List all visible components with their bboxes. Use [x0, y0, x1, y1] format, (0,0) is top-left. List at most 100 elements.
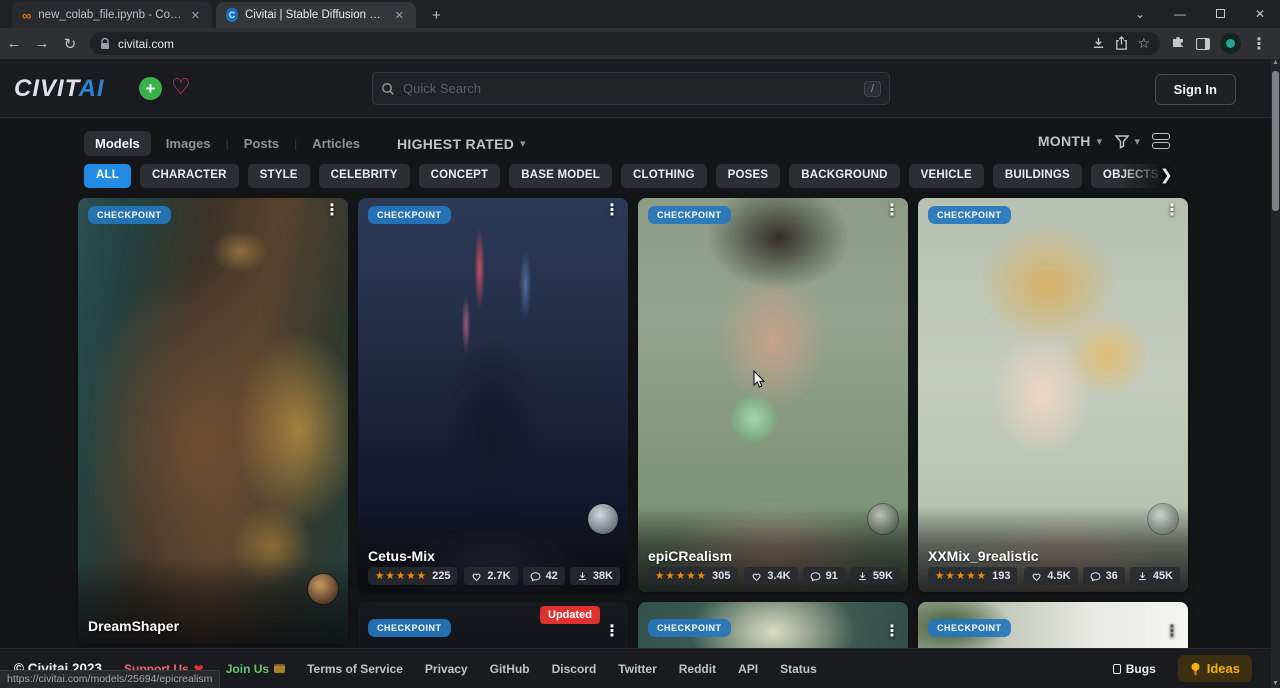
creator-avatar[interactable]	[308, 574, 338, 604]
page-scrollbar[interactable]: ▲ ▼	[1271, 59, 1280, 688]
model-card-cetus-mix[interactable]: CHECKPOINT ⋮ Cetus-Mix ★★★★★ 225 2.7K 42	[358, 198, 628, 592]
model-card-epicrealism[interactable]: CHECKPOINT ⋮ epiCRealism ★★★★★ 305 3.4K …	[638, 198, 908, 592]
address-bar[interactable]: civitai.com ☆	[90, 32, 1160, 55]
quick-search-bar[interactable]: /	[372, 72, 890, 105]
sign-in-button[interactable]: Sign In	[1155, 74, 1236, 105]
footer-link-terms[interactable]: Terms of Service	[307, 662, 403, 676]
creator-avatar[interactable]	[1148, 504, 1178, 534]
creator-avatar[interactable]	[588, 504, 618, 534]
footer-link-reddit[interactable]: Reddit	[679, 662, 716, 676]
period-dropdown[interactable]: MONTH ▾	[1038, 133, 1103, 149]
browser-tabstrip: ∞ new_colab_file.ipynb - Colaborat ✕ C C…	[0, 0, 1280, 28]
chip-all[interactable]: ALL	[84, 164, 131, 188]
chevron-down-icon: ▾	[1134, 135, 1140, 148]
layout-toggle-icon[interactable]	[1152, 133, 1170, 149]
chip-vehicle[interactable]: VEHICLE	[909, 164, 984, 188]
model-type-badge: CHECKPOINT	[648, 619, 731, 637]
back-icon[interactable]: ←	[0, 35, 28, 52]
likes-pill: 2.7K	[464, 567, 517, 585]
card-menu-icon[interactable]: ⋮	[1164, 203, 1180, 219]
footer-link-discord[interactable]: Discord	[552, 662, 597, 676]
tab-close-icon[interactable]: ✕	[189, 9, 202, 22]
creator-avatar[interactable]	[868, 504, 898, 534]
comment-icon	[810, 571, 821, 582]
tab-search-icon[interactable]: ⌄	[1120, 7, 1160, 21]
tab-title: new_colab_file.ipynb - Colaborat	[38, 9, 182, 21]
window-minimize-button[interactable]: —	[1160, 7, 1200, 21]
chip-base-model[interactable]: BASE MODEL	[509, 164, 612, 188]
footer-link-github[interactable]: GitHub	[490, 662, 530, 676]
model-card-dreamshaper[interactable]: CHECKPOINT ⋮ DreamShaper	[78, 198, 348, 644]
chip-concept[interactable]: CONCEPT	[419, 164, 501, 188]
tab-close-icon[interactable]: ✕	[393, 9, 406, 22]
footer-link-join-us[interactable]: Join Us	[226, 662, 285, 676]
star-rating-icons: ★★★★★	[655, 570, 707, 582]
browser-menu-icon[interactable]: ⋮	[1251, 34, 1267, 54]
model-type-badge: CHECKPOINT	[648, 206, 731, 224]
chip-background[interactable]: BACKGROUND	[789, 164, 899, 188]
join-label: Join Us	[226, 662, 269, 676]
tab-images[interactable]: Images	[155, 131, 222, 156]
model-card-xxmix9realistic[interactable]: CHECKPOINT ⋮ XXMix_9realistic ★★★★★ 193 …	[918, 198, 1188, 592]
tab-models[interactable]: Models	[84, 131, 151, 156]
period-label: MONTH	[1038, 133, 1091, 149]
browser-profile-avatar[interactable]	[1220, 33, 1241, 54]
download-icon[interactable]	[1091, 36, 1106, 51]
window-close-button[interactable]: ✕	[1240, 7, 1280, 21]
filter-funnel-icon[interactable]: ▾	[1114, 134, 1140, 149]
civitai-favicon: C	[226, 8, 238, 22]
star-rating-icons: ★★★★★	[935, 570, 987, 582]
forward-icon[interactable]: →	[28, 35, 56, 52]
reload-icon[interactable]: ↻	[56, 35, 84, 53]
toolbar-extensions: ⋮	[1170, 33, 1267, 54]
scroll-down-icon[interactable]: ▼	[1271, 680, 1280, 687]
chip-celebrity[interactable]: CELEBRITY	[319, 164, 410, 188]
share-icon[interactable]	[1114, 36, 1129, 51]
favorites-heart-icon[interactable]: ♡	[171, 76, 191, 98]
chips-scroll-right-icon[interactable]: ❯	[1160, 166, 1173, 184]
comments-count: 91	[826, 570, 838, 582]
likes-count: 4.5K	[1047, 570, 1070, 582]
scroll-up-icon[interactable]: ▲	[1271, 59, 1280, 66]
bugs-button[interactable]: Bugs	[1113, 662, 1156, 676]
extensions-puzzle-icon[interactable]	[1170, 33, 1186, 54]
window-maximize-button[interactable]	[1200, 7, 1240, 21]
civitai-logo[interactable]: CIVITAI	[14, 75, 105, 103]
comment-icon	[1090, 571, 1101, 582]
footer-link-api[interactable]: API	[738, 662, 758, 676]
card-menu-icon[interactable]: ⋮	[604, 624, 620, 640]
search-input[interactable]	[403, 81, 864, 96]
footer-link-twitter[interactable]: Twitter	[618, 662, 656, 676]
sort-dropdown[interactable]: HIGHEST RATED ▾	[397, 136, 526, 152]
card-menu-icon[interactable]: ⋮	[604, 203, 620, 219]
card-menu-icon[interactable]: ⋮	[1164, 624, 1180, 640]
updated-badge: Updated	[540, 606, 600, 624]
chip-character[interactable]: CHARACTER	[140, 164, 239, 188]
search-icon	[381, 82, 395, 96]
model-title: epiCRealism	[648, 548, 732, 564]
create-plus-icon[interactable]: +	[139, 77, 162, 100]
tab-posts[interactable]: Posts	[233, 131, 290, 156]
ideas-button[interactable]: Ideas	[1178, 655, 1252, 682]
downloads-pill: 38K	[570, 567, 620, 585]
card-menu-icon[interactable]: ⋮	[324, 203, 340, 219]
stat-group: 2.7K 42 38K	[464, 567, 620, 585]
new-tab-button[interactable]: +	[426, 7, 447, 28]
scrollbar-thumb[interactable]	[1272, 71, 1279, 211]
chip-style[interactable]: STYLE	[248, 164, 310, 188]
card-menu-icon[interactable]: ⋮	[884, 624, 900, 640]
download-icon	[1137, 571, 1148, 582]
card-menu-icon[interactable]: ⋮	[884, 203, 900, 219]
browser-tab-civitai[interactable]: C Civitai | Stable Diffusion models, ✕	[216, 2, 416, 28]
chip-buildings[interactable]: BUILDINGS	[993, 164, 1082, 188]
footer-link-status[interactable]: Status	[780, 662, 817, 676]
footer-link-privacy[interactable]: Privacy	[425, 662, 468, 676]
bookmark-star-icon[interactable]: ☆	[1137, 35, 1150, 52]
browser-tab-colab[interactable]: ∞ new_colab_file.ipynb - Colaborat ✕	[12, 2, 212, 28]
chip-poses[interactable]: POSES	[716, 164, 781, 188]
downloads-count: 45K	[1153, 570, 1173, 582]
tab-articles[interactable]: Articles	[301, 131, 371, 156]
side-panel-icon[interactable]	[1196, 38, 1210, 50]
chip-clothing[interactable]: CLOTHING	[621, 164, 707, 188]
model-type-badge: CHECKPOINT	[368, 206, 451, 224]
